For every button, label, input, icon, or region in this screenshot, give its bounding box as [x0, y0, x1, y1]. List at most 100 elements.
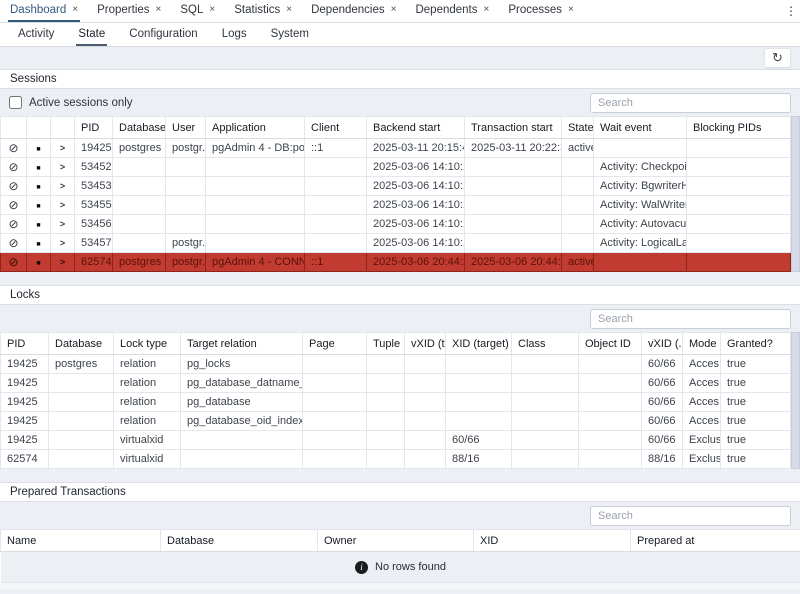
column-header-target-relation[interactable]: Target relation [181, 333, 303, 355]
terminate-session-icon[interactable]: ■ [36, 203, 40, 210]
prepared-search-input[interactable] [590, 506, 791, 526]
cancel-query-icon[interactable]: ⊘ [8, 141, 18, 155]
close-icon[interactable]: × [568, 5, 574, 15]
cancel-query-icon[interactable]: ⊘ [8, 236, 18, 250]
close-icon[interactable]: × [391, 5, 397, 15]
terminate-session-cell[interactable]: ■ [27, 215, 51, 234]
column-header-granted[interactable]: Granted? [721, 333, 791, 355]
expand-row-cell[interactable]: > [51, 215, 75, 234]
expand-row-icon[interactable]: > [60, 238, 65, 248]
kebab-menu-icon[interactable]: ⋮ [782, 0, 800, 22]
close-icon[interactable]: × [484, 5, 490, 15]
cancel-session-cell[interactable]: ⊘ [1, 158, 27, 177]
cancel-session-cell[interactable]: ⊘ [1, 177, 27, 196]
tab-dashboard[interactable]: Dashboard× [8, 0, 80, 22]
column-header-prepared-at[interactable]: Prepared at [631, 530, 800, 552]
expand-row-icon[interactable]: > [60, 257, 65, 267]
cancel-session-cell[interactable]: ⊘ [1, 196, 27, 215]
column-header-vxid[interactable]: vXID (... [642, 333, 683, 355]
terminate-session-icon[interactable]: ■ [36, 222, 40, 229]
refresh-button[interactable]: ↻ [764, 48, 791, 68]
column-header-state[interactable]: State [562, 117, 594, 139]
column-header-name[interactable]: Name [1, 530, 161, 552]
tab-processes[interactable]: Processes× [506, 0, 576, 22]
subnav-tab-state[interactable]: State [76, 23, 107, 46]
column-header-owner[interactable]: Owner [318, 530, 474, 552]
column-header-database[interactable]: Database [113, 117, 166, 139]
cancel-query-icon[interactable]: ⊘ [8, 255, 18, 269]
expand-row-icon[interactable]: > [60, 200, 65, 210]
column-header-vxid-t[interactable]: vXID (t... [405, 333, 446, 355]
tab-statistics[interactable]: Statistics× [232, 0, 294, 22]
expand-row-cell[interactable]: > [51, 139, 75, 158]
column-header-xid[interactable]: XID [474, 530, 631, 552]
expand-row-cell[interactable]: > [51, 158, 75, 177]
column-header-pid[interactable]: PID [1, 333, 49, 355]
tab-sql[interactable]: SQL× [178, 0, 217, 22]
terminate-session-icon[interactable]: ■ [36, 184, 40, 191]
column-header-user[interactable]: User [166, 117, 206, 139]
terminate-session-cell[interactable]: ■ [27, 253, 51, 272]
cancel-query-icon[interactable]: ⊘ [8, 217, 18, 231]
terminate-session-cell[interactable]: ■ [27, 196, 51, 215]
locks-scrollbar[interactable] [791, 332, 800, 469]
column-header-page[interactable]: Page [303, 333, 367, 355]
subnav-tab-logs[interactable]: Logs [220, 23, 249, 46]
expand-row-icon[interactable]: > [60, 181, 65, 191]
column-header-backend-start[interactable]: Backend start [367, 117, 465, 139]
subnav-tab-system[interactable]: System [269, 23, 311, 46]
column-header-blocking-pids[interactable]: Blocking PIDs [687, 117, 791, 139]
terminate-session-cell[interactable]: ■ [27, 158, 51, 177]
active-sessions-toggle[interactable]: Active sessions only [9, 96, 133, 109]
cancel-query-icon[interactable]: ⊘ [8, 160, 18, 174]
terminate-session-cell[interactable]: ■ [27, 234, 51, 253]
close-icon[interactable]: × [209, 5, 215, 15]
column-header-lock-type[interactable]: Lock type [114, 333, 181, 355]
tab-properties[interactable]: Properties× [95, 0, 163, 22]
column-header-database[interactable]: Database [49, 333, 114, 355]
terminate-session-cell[interactable]: ■ [27, 177, 51, 196]
column-header-class[interactable]: Class [512, 333, 579, 355]
expand-row-icon[interactable]: > [60, 219, 65, 229]
column-header-transaction-start[interactable]: Transaction start [465, 117, 562, 139]
column-header-mode[interactable]: Mode [683, 333, 721, 355]
cancel-session-cell[interactable]: ⊘ [1, 215, 27, 234]
terminate-session-icon[interactable]: ■ [36, 165, 40, 172]
close-icon[interactable]: × [72, 5, 78, 15]
cancel-session-cell[interactable]: ⊘ [1, 234, 27, 253]
expand-row-cell[interactable]: > [51, 253, 75, 272]
expand-row-cell[interactable]: > [51, 177, 75, 196]
tab-dependents[interactable]: Dependents× [413, 0, 491, 22]
cell-target-relation [181, 450, 303, 469]
tab-dependencies[interactable]: Dependencies× [309, 0, 398, 22]
terminate-session-icon[interactable]: ■ [36, 260, 40, 267]
locks-search-input[interactable] [590, 309, 791, 329]
column-header-application[interactable]: Application [206, 117, 305, 139]
expand-row-cell[interactable]: > [51, 196, 75, 215]
terminate-session-icon[interactable]: ■ [36, 241, 40, 248]
sessions-search-input[interactable] [590, 93, 791, 113]
sessions-scrollbar[interactable] [791, 116, 800, 272]
active-sessions-checkbox[interactable] [9, 96, 22, 109]
expand-row-icon[interactable]: > [60, 162, 65, 172]
column-header-pid[interactable]: PID [75, 117, 113, 139]
subnav-tab-activity[interactable]: Activity [16, 23, 56, 46]
terminate-session-cell[interactable]: ■ [27, 139, 51, 158]
column-header-object-id[interactable]: Object ID [579, 333, 642, 355]
column-header-xid-target[interactable]: XID (target) [446, 333, 512, 355]
terminate-session-icon[interactable]: ■ [36, 146, 40, 153]
cell-user [166, 215, 206, 234]
expand-row-cell[interactable]: > [51, 234, 75, 253]
column-header-tuple[interactable]: Tuple [367, 333, 405, 355]
cancel-query-icon[interactable]: ⊘ [8, 179, 18, 193]
cancel-session-cell[interactable]: ⊘ [1, 253, 27, 272]
close-icon[interactable]: × [286, 5, 292, 15]
close-icon[interactable]: × [156, 5, 162, 15]
expand-row-icon[interactable]: > [60, 143, 65, 153]
column-header-client[interactable]: Client [305, 117, 367, 139]
cancel-query-icon[interactable]: ⊘ [8, 198, 18, 212]
subnav-tab-configuration[interactable]: Configuration [127, 23, 199, 46]
cancel-session-cell[interactable]: ⊘ [1, 139, 27, 158]
column-header-wait-event[interactable]: Wait event [594, 117, 687, 139]
column-header-database[interactable]: Database [161, 530, 318, 552]
